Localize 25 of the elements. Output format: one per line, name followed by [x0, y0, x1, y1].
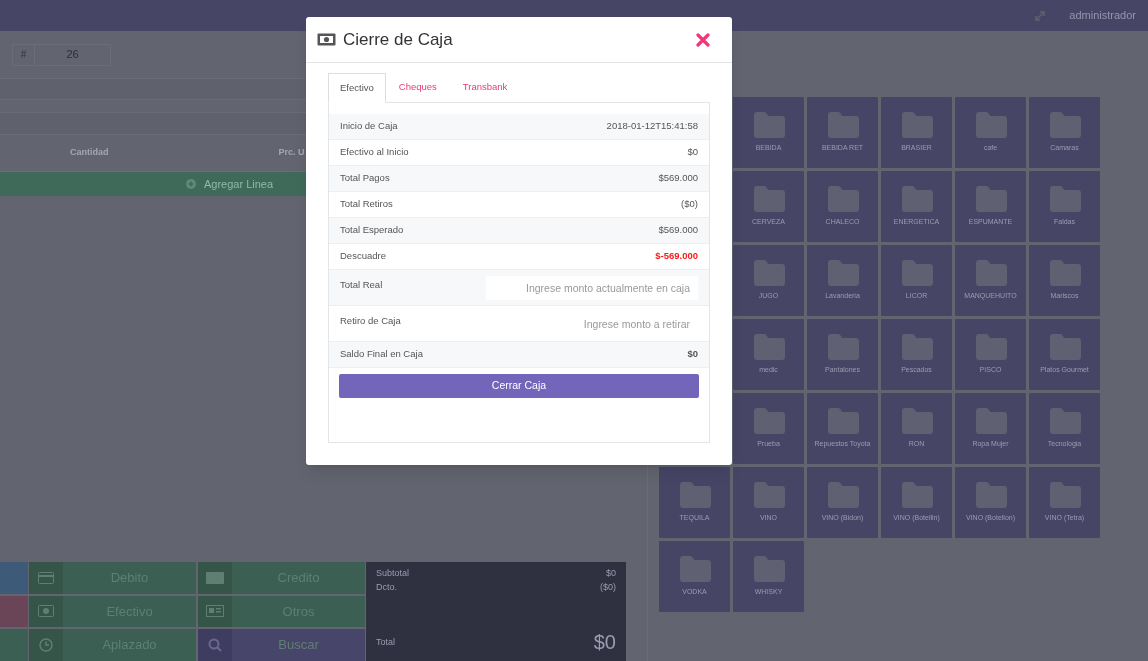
summary-label: Dcto. [376, 581, 397, 594]
summary-value: ($0) [600, 581, 616, 594]
row-value: $0 [687, 347, 698, 362]
row-value: $569.000 [658, 171, 698, 186]
row-value: $0 [687, 145, 698, 160]
summary-label: Subtotal [376, 567, 410, 580]
column-header: Prc. U [278, 146, 305, 160]
row-label: Total Pagos [340, 171, 390, 186]
row-value: ($0) [681, 197, 698, 212]
row-label: Saldo Final en Caja [340, 347, 423, 362]
row-label: Total Retiros [340, 197, 393, 212]
row-label: Total Esperado [340, 223, 404, 238]
row-value: $-569.000 [655, 249, 698, 264]
row-label: Retiro de Caja [340, 314, 401, 328]
row-value: $569.000 [658, 223, 698, 238]
summary-value: $0 [606, 567, 616, 580]
row-label: Inicio de Caja [340, 119, 398, 134]
row-label: Descuadre [340, 249, 386, 264]
total-label: Total [376, 635, 395, 649]
row-label: Efectivo al Inicio [340, 145, 409, 160]
row-label: Total Real [340, 278, 383, 292]
row-value: 2018-01-12T15:41:58 [606, 119, 698, 134]
modal-title: Cierre de Caja [343, 28, 453, 51]
column-header: Cantidad [70, 146, 109, 160]
total-value: $0 [593, 630, 616, 655]
